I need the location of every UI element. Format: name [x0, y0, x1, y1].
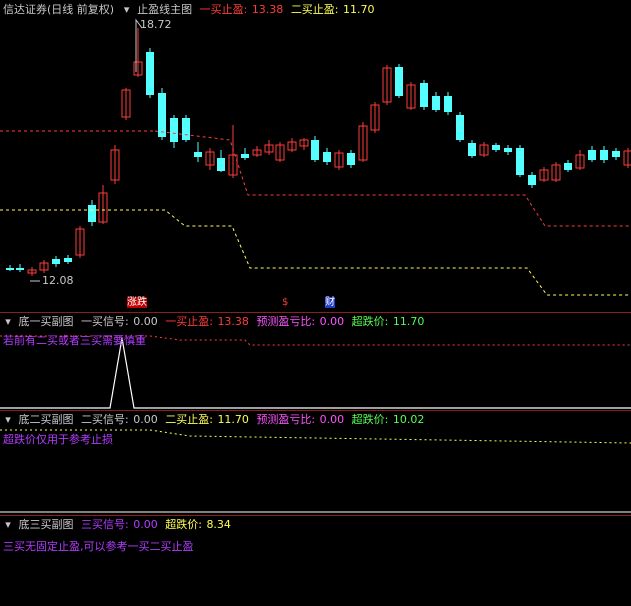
candle [158, 93, 166, 137]
sub3-header: ▾ 底三买副图 三买信号: 0.00 超跌价: 8.34 [3, 517, 235, 533]
tp2-line [0, 209, 631, 296]
sub3-title[interactable]: 底三买副图 [19, 518, 74, 531]
dropdown-icon[interactable]: ▾ [3, 314, 13, 330]
candle [612, 151, 620, 157]
candle [516, 148, 524, 175]
separator-3 [0, 515, 631, 516]
marker-cai[interactable]: 财 [325, 297, 335, 308]
candle [600, 150, 608, 160]
sub1-header: ▾ 底一买副图 一买信号: 0.00 一买止盈: 13.38 预测盈亏比: 0.… [3, 314, 428, 330]
candle [444, 96, 452, 112]
candle [420, 83, 428, 107]
separator-1 [0, 312, 631, 313]
candle [146, 52, 154, 95]
candle [88, 205, 96, 222]
candle [323, 152, 331, 162]
candle [456, 115, 464, 140]
candle [52, 259, 60, 264]
candle [528, 175, 536, 185]
candle [432, 96, 440, 110]
candle [217, 158, 225, 171]
candle [6, 268, 14, 270]
candle [170, 118, 178, 142]
candle [564, 163, 572, 170]
high-price-label: 18.72 [140, 18, 172, 31]
candle [311, 140, 319, 160]
dropdown-icon[interactable]: ▾ [3, 517, 13, 533]
candle [241, 154, 249, 158]
candle [395, 67, 403, 96]
candle [194, 152, 202, 157]
candle [347, 153, 355, 165]
sub1-signal-line [0, 337, 631, 409]
sub3-note: 三买无固定止盈,可以参考一买二买止盈 [3, 540, 194, 553]
sub2-title[interactable]: 底二买副图 [19, 413, 74, 426]
sub2-header: ▾ 底二买副图 二买信号: 0.00 二买止盈: 11.70 预测盈亏比: 0.… [3, 412, 428, 428]
low-price-label: 12.08 [42, 274, 74, 287]
marker-zhangdie[interactable]: 涨跌 [127, 297, 147, 308]
candle [588, 150, 596, 160]
candle [182, 118, 190, 140]
marker-dollar[interactable]: $ [282, 297, 288, 308]
candle [64, 258, 72, 262]
sub2-note: 超跌价仅用于参考止损 [3, 433, 113, 446]
separator-2 [0, 410, 631, 411]
dropdown-icon[interactable]: ▾ [3, 412, 13, 428]
chart-window: { "main": { "title": "信达证券(日线 前复权)", "in… [0, 0, 631, 606]
sub1-title[interactable]: 底一买副图 [19, 315, 74, 328]
sub1-note: 若前有二买或者三买需要慎重 [3, 334, 146, 347]
candle [468, 143, 476, 156]
candlesticks [6, 28, 631, 276]
candle [16, 268, 24, 270]
candle [504, 148, 512, 152]
candle [492, 145, 500, 150]
